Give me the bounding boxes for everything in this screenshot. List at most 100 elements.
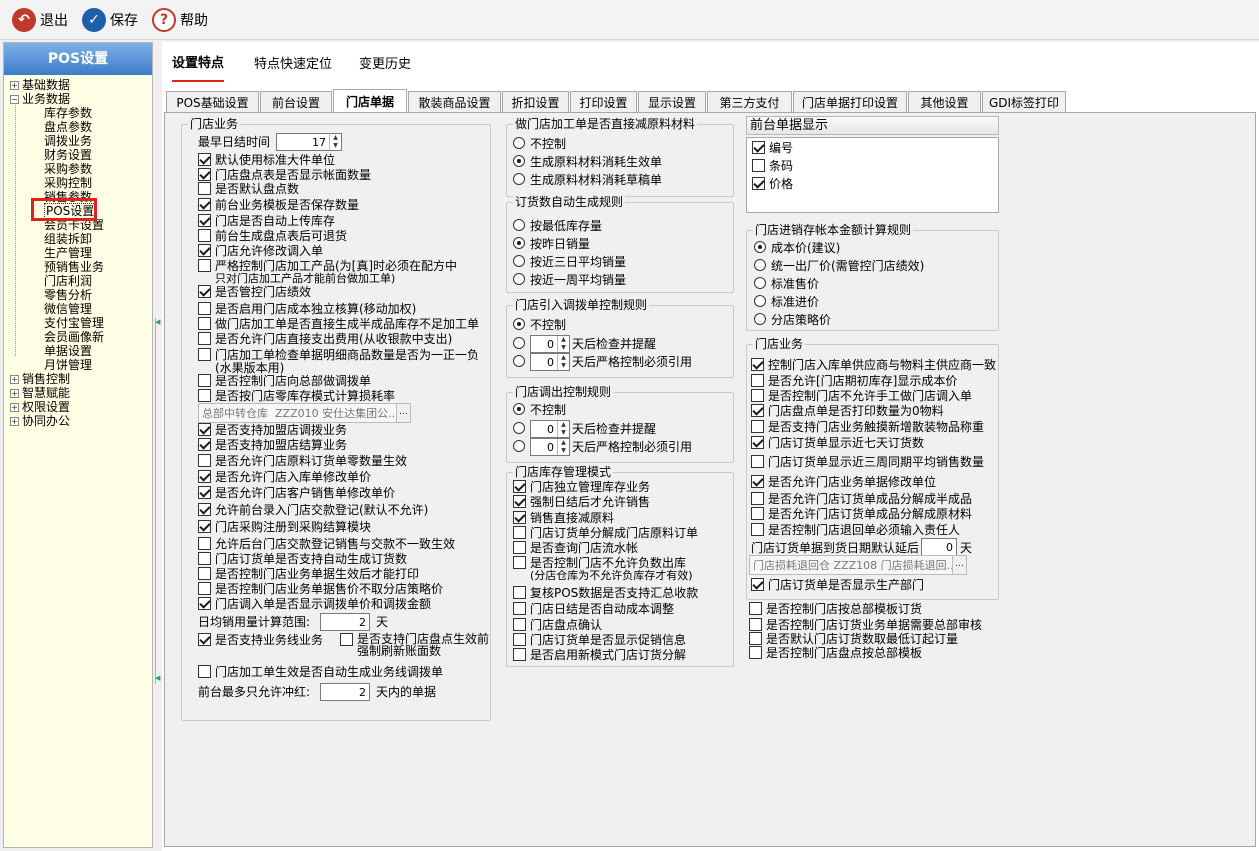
tab-change-history[interactable]: 变更历史 bbox=[359, 42, 411, 82]
checkbox[interactable] bbox=[198, 470, 211, 483]
stock-mode-check[interactable]: 门店日结是否自动成本调整 bbox=[513, 602, 674, 616]
checkbox[interactable] bbox=[198, 182, 211, 195]
expand-icon[interactable]: + bbox=[10, 417, 19, 426]
tree-item[interactable]: 预销售业务 bbox=[44, 260, 104, 274]
sub-tab[interactable]: 门店单据 bbox=[333, 89, 407, 113]
tree-item[interactable]: 采购参数 bbox=[44, 162, 92, 176]
checkbox[interactable] bbox=[749, 618, 762, 631]
checkbox[interactable] bbox=[751, 523, 764, 536]
sub-tab[interactable]: 显示设置 bbox=[638, 91, 706, 113]
receipt-display-check[interactable]: 编号 bbox=[752, 141, 793, 155]
store-setting-check[interactable]: 门店采购注册到采购结算模块 bbox=[198, 520, 371, 534]
checkbox[interactable] bbox=[751, 436, 764, 449]
transfer_in-days2[interactable]: 0 ▲ ▼ bbox=[530, 353, 570, 371]
store-setting-check[interactable]: 是否允许门店直接支出费用(从收银款中支出) bbox=[198, 332, 452, 346]
store-business2-check[interactable]: 是否支持门店业务触摸新增散装物品称重 bbox=[751, 420, 984, 434]
checkbox[interactable] bbox=[513, 633, 526, 646]
checkbox[interactable] bbox=[198, 665, 211, 678]
store-business2-check[interactable]: 是否控制门店不允许手工做门店调入单 bbox=[751, 389, 972, 403]
checkbox[interactable] bbox=[198, 567, 211, 580]
checkbox[interactable] bbox=[198, 520, 211, 533]
delay-days-input[interactable]: 0 bbox=[921, 538, 957, 556]
store-setting-check[interactable]: 是否支持加盟店结算业务 bbox=[198, 438, 347, 452]
store-setting-check[interactable]: 是否控制门店向总部做调拨单 bbox=[198, 374, 371, 388]
store-setting-check[interactable]: 是否允许门店入库单修改单价 bbox=[198, 470, 371, 484]
checkbox[interactable] bbox=[749, 646, 762, 659]
expand-icon[interactable]: + bbox=[10, 403, 19, 412]
tab-settings-features[interactable]: 设置特点 bbox=[172, 42, 225, 82]
checkbox[interactable] bbox=[752, 177, 765, 190]
checkbox[interactable] bbox=[198, 214, 211, 227]
tree-item[interactable]: 盘点参数 bbox=[44, 120, 92, 134]
store-extra-check[interactable]: 是否默认门店订货数取最低订起订量 bbox=[749, 632, 958, 646]
cost-rule-radio[interactable]: 成本价(建议) bbox=[754, 241, 840, 255]
checkbox[interactable] bbox=[751, 492, 764, 505]
store-setting-check[interactable]: 门店调入单是否显示调拨单价和调拨金额 bbox=[198, 597, 431, 611]
cost-rule-radio[interactable]: 标准进价 bbox=[754, 295, 819, 309]
stock-mode-check[interactable]: 销售直接减原料 bbox=[513, 511, 614, 525]
radio-button[interactable] bbox=[513, 440, 525, 452]
radio-button[interactable] bbox=[754, 313, 766, 325]
store-business2-check[interactable]: 门店盘点单是否打印数量为0物料 bbox=[751, 404, 944, 418]
checkbox[interactable] bbox=[751, 404, 764, 417]
receipt-display-check[interactable]: 价格 bbox=[752, 177, 793, 191]
checkbox[interactable] bbox=[198, 503, 211, 516]
store-setting-check[interactable]: 是否支持加盟店调拨业务 bbox=[198, 423, 347, 437]
store-setting-check[interactable]: 严格控制门店加工产品(为[真]时必须在配方中 bbox=[198, 259, 457, 273]
stock-mode-check[interactable]: 是否查询门店流水帐 bbox=[513, 541, 638, 555]
checkbox[interactable] bbox=[751, 475, 764, 488]
radio-button[interactable] bbox=[754, 259, 766, 271]
transfer_out-days2[interactable]: 0 ▲ ▼ bbox=[530, 438, 570, 456]
transfer-warehouse-select[interactable]: 总部中转仓库 ZZZ010 安仕达集团公...… bbox=[198, 403, 411, 423]
store-setting-check[interactable]: 允许前台录入门店交款登记(默认不允许) bbox=[198, 503, 428, 517]
store-setting-check[interactable]: 门店允许修改调入单 bbox=[198, 244, 323, 258]
store-setting-check[interactable]: 做门店加工单是否直接生成半成品库存不足加工单 bbox=[198, 317, 479, 331]
auto-gen-check[interactable]: 门店加工单生效是否自动生成业务线调拨单 bbox=[198, 665, 443, 679]
stock-mode-check[interactable]: 是否控制门店不允许负数出库 bbox=[513, 556, 686, 570]
stepper-arrows-icon[interactable]: ▲ ▼ bbox=[557, 354, 569, 370]
radio-button[interactable] bbox=[513, 422, 525, 434]
radio-button[interactable] bbox=[513, 173, 525, 185]
stepper-arrows-icon[interactable]: ▲ ▼ bbox=[329, 134, 341, 150]
sub-tab[interactable]: GDI标签打印 bbox=[982, 91, 1066, 113]
tab-quick-locate[interactable]: 特点快速定位 bbox=[254, 42, 332, 82]
radio-button[interactable] bbox=[513, 273, 525, 285]
store-business2-check[interactable]: 门店订货单显示近七天订货数 bbox=[751, 436, 924, 450]
tree-group[interactable]: + 销售控制 bbox=[10, 372, 70, 386]
help-button[interactable]: ? 帮助 bbox=[152, 7, 208, 32]
store-setting-check[interactable]: 门店订货单是否支持自动生成订货数 bbox=[198, 552, 407, 566]
checkbox[interactable] bbox=[513, 586, 526, 599]
sub-tab[interactable]: 第三方支付 bbox=[707, 91, 792, 113]
store-performance-check[interactable]: 是否管控门店绩效 bbox=[198, 285, 311, 299]
transfer_out-days1[interactable]: 0 ▲ ▼ bbox=[530, 420, 570, 438]
checkbox[interactable] bbox=[752, 141, 765, 154]
stock-mode-check[interactable]: 门店订货单分解成门店原料订单 bbox=[513, 526, 698, 540]
tree-item[interactable]: 会员画像新 bbox=[44, 330, 104, 344]
cost-rule-radio[interactable]: 分店策略价 bbox=[754, 313, 831, 327]
checkbox[interactable] bbox=[198, 633, 211, 646]
splitter[interactable]: ◀ ◀ bbox=[155, 318, 161, 684]
stock-mode-check[interactable]: 门店订货单是否显示促销信息 bbox=[513, 633, 686, 647]
tree-group[interactable]: + 权限设置 bbox=[10, 400, 70, 414]
checkbox[interactable] bbox=[198, 198, 211, 211]
checkbox[interactable] bbox=[198, 389, 211, 402]
return-warehouse-select[interactable]: 门店损耗退回仓 ZZZ108 门店损耗退回...… bbox=[749, 555, 967, 575]
checkbox[interactable] bbox=[198, 454, 211, 467]
transfer_out-none-radio[interactable]: 不控制 bbox=[513, 403, 566, 417]
radio-button[interactable] bbox=[513, 219, 525, 231]
checkbox[interactable] bbox=[198, 285, 211, 298]
radio-button[interactable] bbox=[513, 155, 525, 167]
checkbox[interactable] bbox=[513, 495, 526, 508]
sub-tab[interactable]: 折扣设置 bbox=[502, 91, 569, 113]
checkbox[interactable] bbox=[751, 358, 764, 371]
store-business2-check[interactable]: 是否允许门店业务单据修改单位 bbox=[751, 475, 936, 489]
day-end-stepper[interactable]: 17 ▲ ▼ bbox=[276, 133, 342, 151]
radio-button[interactable] bbox=[513, 355, 525, 367]
checkbox[interactable] bbox=[198, 597, 211, 610]
tree-group-business-data[interactable]: − 业务数据 bbox=[10, 92, 70, 106]
radio-button[interactable] bbox=[754, 277, 766, 289]
auto-order-radio[interactable]: 按近三日平均销量 bbox=[513, 255, 626, 269]
checkbox[interactable] bbox=[198, 423, 211, 436]
tree-item[interactable]: 采购控制 bbox=[44, 176, 92, 190]
store-setting-check[interactable]: 是否默认盘点数 bbox=[198, 182, 299, 196]
